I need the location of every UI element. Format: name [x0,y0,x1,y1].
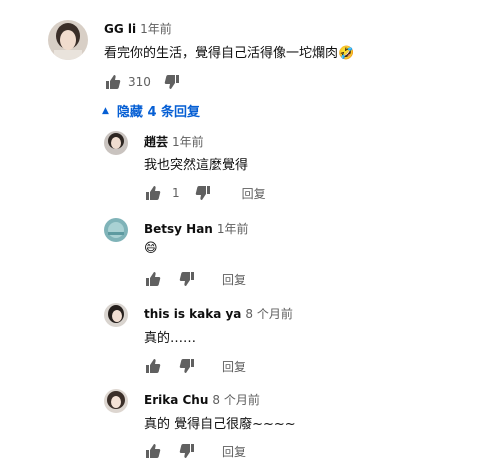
dislike-button[interactable] [178,442,196,460]
reply-text: 😄 [144,241,158,256]
reply-actions: 回复 [144,269,246,289]
comment-thread: GG li 1年前 看完你的生活，覺得自己活得像一坨爛肉🤣 310 ▲ 隐藏 4 … [0,0,497,476]
avatar[interactable] [104,303,128,327]
thumbs-down-icon [179,359,194,373]
author-name[interactable]: 趙芸 [144,135,168,149]
dislike-button[interactable] [178,270,196,288]
avatar[interactable] [104,131,128,155]
reply-author[interactable]: Betsy Han 1年前 [144,220,249,237]
comment-time[interactable]: 1年前 [140,22,172,36]
reply-actions: 1 回复 [144,183,266,203]
thumbs-down-icon [179,272,194,286]
avatar[interactable] [104,218,128,242]
chevron-up-icon: ▲ [102,105,109,116]
reply-actions: 回复 [144,441,246,461]
like-button[interactable] [144,270,162,288]
comment-time[interactable]: 1年前 [217,222,249,236]
reply-author[interactable]: 趙芸 1年前 [144,133,204,150]
thumbs-up-icon [146,359,161,373]
author-name[interactable]: GG li [104,22,136,36]
thumbs-up-icon [146,444,161,458]
dislike-button[interactable] [163,73,181,91]
reply-button[interactable]: 回复 [222,358,246,375]
reply-text: 我也突然這麼覺得 [144,158,249,173]
thumbs-down-icon [195,186,210,200]
avatar[interactable] [104,389,128,413]
comment-time[interactable]: 8 个月前 [212,393,259,407]
thumbs-down-icon [179,444,194,458]
hide-replies-label: 隐藏 4 条回复 [116,105,201,120]
reply-actions: 回复 [144,356,246,376]
like-button[interactable] [144,357,162,375]
thumbs-down-icon [164,75,179,89]
thumbs-up-icon [106,75,121,89]
comment-text: 看完你的生活，覺得自己活得像一坨爛肉🤣 [104,46,355,61]
author-name[interactable]: Betsy Han [144,222,213,236]
like-button[interactable] [144,184,162,202]
thumbs-up-icon [146,186,161,200]
reply-text: 真的…… [144,331,197,346]
comment-actions: 310 [104,72,181,92]
dislike-button[interactable] [194,184,212,202]
reply-author[interactable]: this is kaka ya 8 个月前 [144,305,293,322]
comment-time[interactable]: 8 个月前 [245,307,292,321]
reply-button[interactable]: 回复 [242,185,266,202]
like-count: 310 [128,75,151,89]
hide-replies-button[interactable]: ▲ 隐藏 4 条回复 [102,101,200,120]
reply-button[interactable]: 回复 [222,271,246,288]
reply-button[interactable]: 回复 [222,443,246,460]
like-button[interactable] [144,442,162,460]
avatar[interactable] [48,20,88,60]
thumbs-up-icon [146,272,161,286]
author-name[interactable]: Erika Chu [144,393,208,407]
like-count: 1 [172,186,180,200]
comment-author[interactable]: GG li 1年前 [104,20,172,37]
reply-author[interactable]: Erika Chu 8 个月前 [144,391,260,408]
author-name[interactable]: this is kaka ya [144,307,241,321]
reply-text: 真的 覺得自己很廢~~~~ [144,417,296,432]
like-button[interactable] [104,73,122,91]
dislike-button[interactable] [178,357,196,375]
comment-time[interactable]: 1年前 [172,135,204,149]
